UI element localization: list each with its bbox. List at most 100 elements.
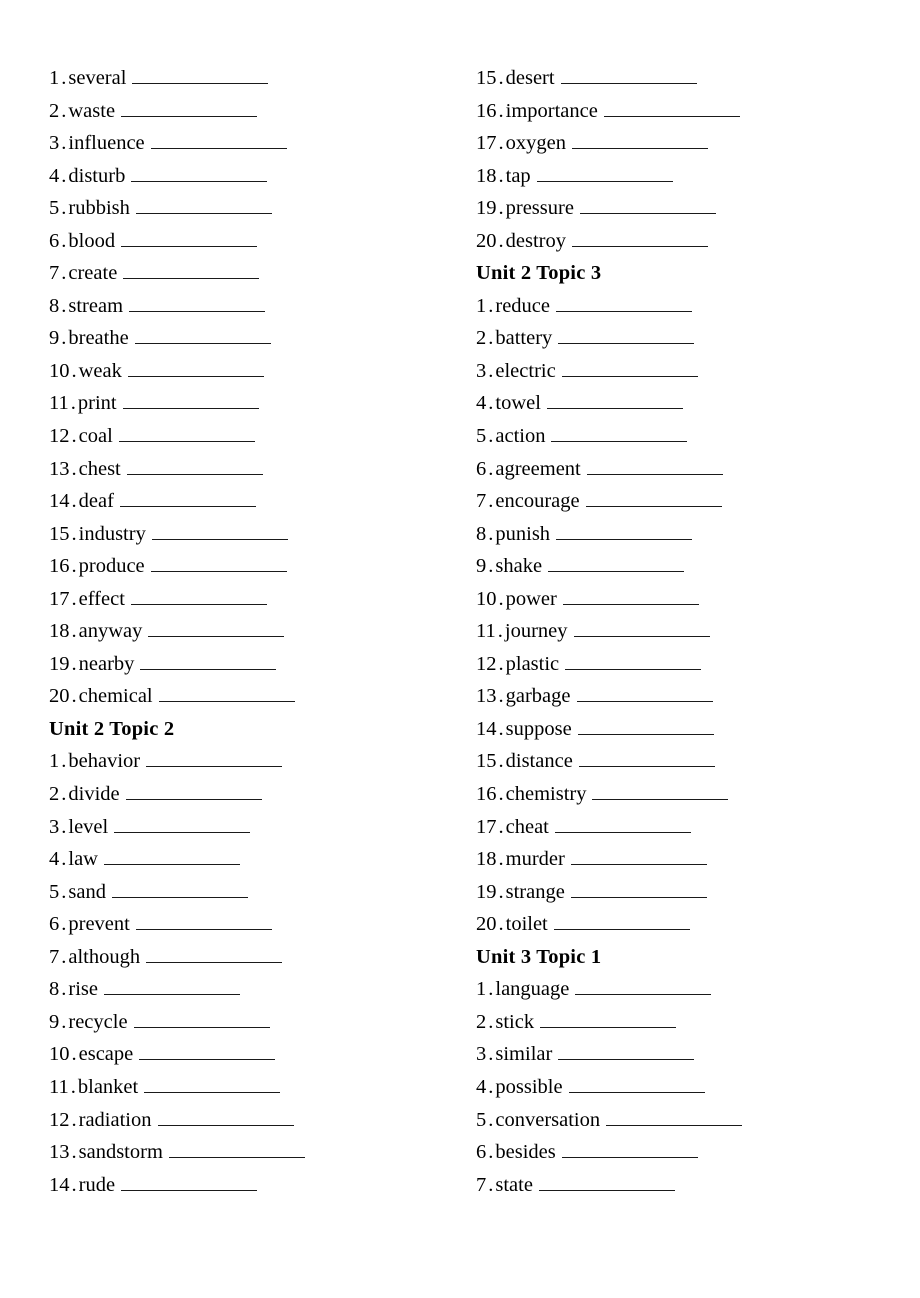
vocabulary-entry: 3.similar: [476, 1038, 876, 1071]
vocabulary-entry: 7.state: [476, 1169, 876, 1202]
answer-blank[interactable]: [121, 1173, 258, 1191]
entry-word: punish: [495, 522, 551, 545]
answer-blank[interactable]: [571, 131, 708, 150]
answer-blank[interactable]: [570, 880, 707, 898]
entry-number: 9: [476, 555, 487, 578]
answer-blank[interactable]: [148, 620, 285, 638]
answer-blank[interactable]: [133, 1010, 270, 1028]
entry-separator: .: [61, 945, 67, 968]
answer-blank[interactable]: [135, 912, 272, 931]
answer-blank[interactable]: [119, 489, 256, 508]
entry-number: 19: [49, 652, 70, 675]
answer-blank[interactable]: [565, 652, 702, 670]
answer-blank[interactable]: [540, 1010, 677, 1028]
vocabulary-entry: 18.murder: [476, 843, 876, 876]
answer-blank[interactable]: [578, 750, 715, 768]
answer-blank[interactable]: [168, 1140, 305, 1159]
answer-blank[interactable]: [556, 294, 692, 312]
answer-blank[interactable]: [568, 1075, 705, 1093]
answer-blank[interactable]: [129, 294, 266, 312]
answer-blank[interactable]: [134, 327, 271, 345]
answer-blank[interactable]: [558, 327, 695, 345]
answer-blank[interactable]: [122, 392, 259, 410]
entry-number: 4: [476, 392, 487, 415]
entry-word: level: [68, 815, 109, 838]
entry-number: 2: [49, 783, 60, 806]
column-right: 15.desert 16.importance 17.oxygen 18.tap 19.…: [476, 62, 876, 1201]
answer-blank[interactable]: [562, 587, 699, 605]
answer-blank[interactable]: [121, 99, 258, 117]
entry-separator: .: [488, 555, 494, 578]
entry-separator: .: [71, 425, 77, 448]
answer-blank[interactable]: [554, 815, 691, 833]
answer-blank[interactable]: [603, 99, 740, 117]
answer-blank[interactable]: [150, 131, 287, 150]
answer-blank[interactable]: [553, 912, 690, 931]
entry-number: 16: [476, 99, 497, 122]
answer-blank[interactable]: [144, 1075, 281, 1093]
answer-blank[interactable]: [103, 847, 240, 866]
vocabulary-entry: 15.industry: [49, 518, 429, 551]
answer-blank[interactable]: [556, 522, 693, 540]
answer-blank[interactable]: [560, 66, 697, 84]
answer-blank[interactable]: [571, 229, 708, 247]
answer-blank[interactable]: [570, 847, 707, 866]
entry-word: rude: [78, 1173, 116, 1196]
answer-blank[interactable]: [573, 620, 710, 638]
vocabulary-entry: 6.blood: [49, 225, 429, 258]
entry-number: 4: [49, 164, 60, 187]
answer-blank[interactable]: [103, 978, 240, 996]
entry-number: 20: [476, 913, 497, 936]
entry-separator: .: [498, 815, 504, 838]
answer-blank[interactable]: [131, 164, 268, 182]
answer-blank[interactable]: [127, 359, 264, 377]
entry-separator: .: [498, 685, 504, 708]
entry-number: 6: [476, 457, 487, 480]
answer-blank[interactable]: [111, 880, 248, 898]
answer-blank[interactable]: [126, 457, 263, 475]
entry-separator: .: [488, 1043, 494, 1066]
answer-blank[interactable]: [575, 978, 712, 996]
answer-blank[interactable]: [123, 261, 260, 280]
entry-number: 6: [476, 1141, 487, 1164]
answer-blank[interactable]: [592, 782, 729, 801]
entry-word: chest: [78, 457, 121, 480]
answer-blank[interactable]: [132, 66, 269, 84]
answer-blank[interactable]: [586, 457, 723, 475]
entry-number: 3: [49, 132, 60, 155]
answer-blank[interactable]: [606, 1108, 743, 1126]
entry-number: 18: [49, 620, 70, 643]
entry-word: battery: [495, 327, 553, 350]
answer-blank[interactable]: [548, 554, 685, 573]
answer-blank[interactable]: [577, 717, 714, 735]
entry-number: 3: [476, 359, 487, 382]
vocabulary-entry: 7.create: [49, 257, 429, 290]
answer-blank[interactable]: [139, 1043, 276, 1061]
answer-blank[interactable]: [157, 1108, 294, 1126]
answer-blank[interactable]: [114, 815, 251, 833]
answer-blank[interactable]: [576, 685, 713, 703]
answer-blank[interactable]: [135, 196, 272, 215]
answer-blank[interactable]: [558, 1043, 695, 1061]
answer-blank[interactable]: [551, 424, 688, 443]
answer-blank[interactable]: [130, 587, 267, 605]
answer-blank[interactable]: [546, 392, 683, 410]
answer-blank[interactable]: [146, 945, 283, 963]
vocabulary-entry: 5.rubbish: [49, 192, 429, 225]
answer-blank[interactable]: [158, 685, 295, 703]
vocabulary-entry: 2.stick: [476, 1006, 876, 1039]
answer-blank[interactable]: [125, 782, 262, 801]
answer-blank[interactable]: [118, 424, 255, 443]
answer-blank[interactable]: [579, 196, 716, 215]
answer-blank[interactable]: [121, 229, 258, 247]
answer-blank[interactable]: [150, 554, 287, 573]
answer-blank[interactable]: [561, 359, 698, 377]
vocabulary-entry: 8.stream: [49, 290, 429, 323]
answer-blank[interactable]: [146, 750, 283, 768]
answer-blank[interactable]: [140, 652, 277, 670]
answer-blank[interactable]: [151, 522, 288, 540]
answer-blank[interactable]: [536, 164, 673, 182]
answer-blank[interactable]: [538, 1173, 675, 1191]
answer-blank[interactable]: [585, 489, 722, 508]
answer-blank[interactable]: [561, 1140, 698, 1159]
